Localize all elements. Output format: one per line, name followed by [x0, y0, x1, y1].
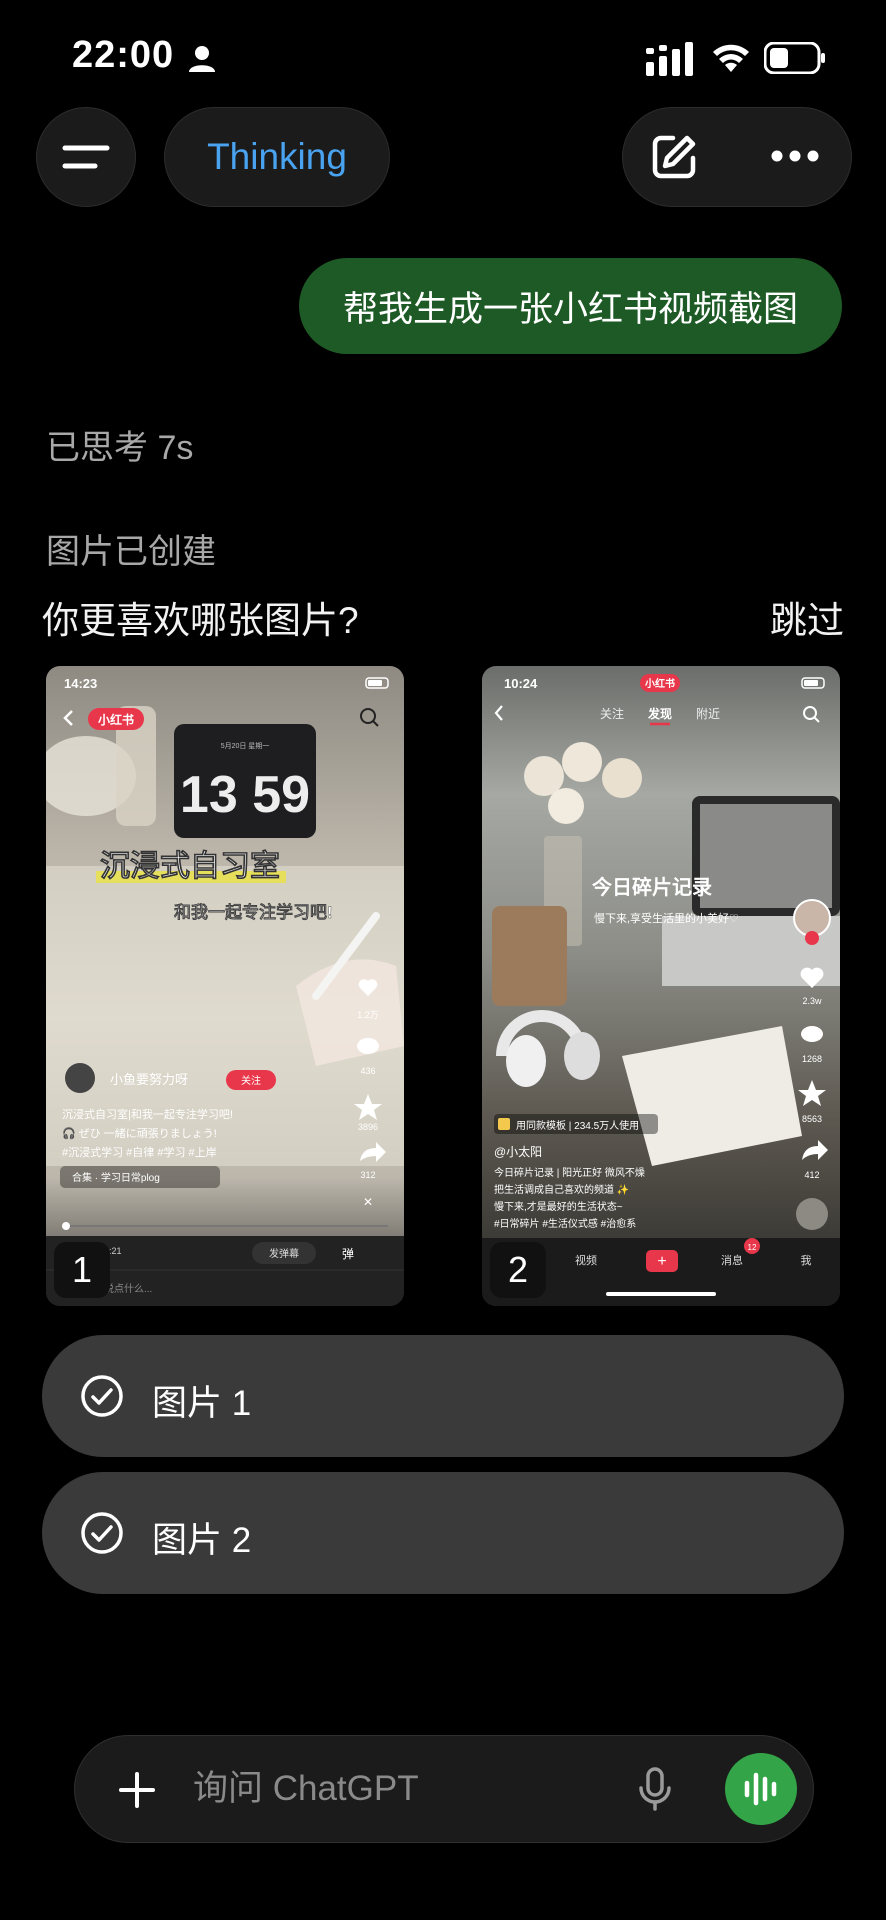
svg-text:关注: 关注	[241, 1074, 261, 1087]
img2-tab-2: 附近	[696, 707, 720, 721]
img2-tab-0: 关注	[600, 706, 624, 721]
user-message-bubble: 帮我生成一张小红书视频截图	[298, 258, 842, 354]
img1-back-icon	[63, 710, 73, 726]
option-1-label: 图片 1	[152, 1384, 252, 1423]
person-icon	[189, 46, 215, 72]
img2-template-tag: 用同款模板 | 234.5万人使用	[516, 1119, 639, 1132]
img2-back-icon	[494, 705, 503, 721]
image-created-label: 图片已创建	[46, 533, 216, 571]
svg-text:312: 312	[360, 1170, 375, 1180]
img2-overlay-sub: 慢下来,享受生活里的小美好♡	[594, 911, 739, 925]
sidebar-menu-button[interactable]	[36, 107, 136, 207]
img2-tab-1: 发现	[647, 706, 672, 721]
svg-text:说点什么...: 说点什么...	[104, 1282, 152, 1295]
img1-headline: 沉浸式自习室	[100, 849, 280, 883]
img1-caption-2: 🎧 ぜひ 一緒に頑張りましょう!	[62, 1126, 217, 1140]
battery-icon	[764, 42, 825, 74]
svg-text:412: 412	[804, 1170, 819, 1180]
new-chat-edit-icon[interactable]	[649, 132, 699, 182]
image-option-1[interactable]: 14:23 小红书 5月20日 星期一 13 59 沉浸式自习室 和我一起专注学…	[46, 666, 404, 1306]
preference-question: 你更喜欢哪张图片?	[42, 600, 359, 641]
option-2-label: 图片 2	[152, 1521, 252, 1560]
svg-text:1268: 1268	[802, 1054, 822, 1064]
img2-brand: 小红书	[644, 677, 675, 690]
plus-icon[interactable]	[117, 1770, 157, 1810]
image-1-screenshot: 14:23 小红书 5月20日 星期一 13 59 沉浸式自习室 和我一起专注学…	[46, 676, 404, 1306]
status-time: 22:00	[72, 34, 175, 76]
choose-image-2-button[interactable]: 图片 2	[42, 1472, 844, 1594]
img1-brand: 小红书	[98, 712, 134, 727]
img1-clock: 13 59	[180, 766, 310, 824]
cellular-signal-icon	[646, 42, 693, 76]
check-circle-icon	[81, 1375, 123, 1417]
model-selector-button[interactable]: Thinking	[164, 107, 390, 207]
img2-caption-1: 今日碎片记录 | 阳光正好 微风不燥	[494, 1166, 645, 1179]
svg-text:✕: ✕	[363, 1195, 373, 1209]
check-circle-icon	[81, 1512, 123, 1554]
img1-caption-3: #沉浸式学习 #自律 #学习 #上岸	[62, 1145, 217, 1159]
voice-mode-button[interactable]	[725, 1753, 797, 1825]
img1-status-time: 14:23	[64, 676, 97, 691]
img2-status-time: 10:24	[504, 676, 538, 691]
thought-time-toggle[interactable]: 已思考 7s	[46, 420, 193, 469]
img2-share-icon	[802, 1140, 828, 1160]
img2-hashtags: #日常碎片 #生活仪式感 #治愈系	[494, 1217, 636, 1230]
img1-comment-icon	[357, 1038, 379, 1054]
top-actions-group	[622, 107, 852, 207]
skip-button[interactable]: 跳过	[770, 590, 844, 644]
menu-icon	[62, 145, 110, 169]
svg-text:发弹幕: 发弹幕	[269, 1247, 299, 1260]
waveform-icon	[744, 1772, 777, 1806]
img1-author: 小鱼要努力呀	[110, 1072, 188, 1087]
model-label: Thinking	[207, 136, 347, 177]
image-1-number-badge: 1	[54, 1242, 110, 1298]
img1-clock-date: 5月20日 星期一	[221, 742, 270, 750]
img2-overlay-title: 今日碎片记录	[592, 875, 712, 899]
img2-nav-1: 消息	[721, 1253, 743, 1267]
wifi-icon	[713, 44, 749, 72]
microphone-icon[interactable]	[637, 1766, 673, 1812]
choose-image-1-button[interactable]: 图片 1	[42, 1335, 844, 1457]
img2-author: @小太阳	[494, 1144, 542, 1159]
svg-text:1.2万: 1.2万	[357, 1010, 379, 1020]
composer-bar	[74, 1735, 814, 1843]
img1-subheadline: 和我一起专注学习吧!	[174, 902, 333, 922]
image-2-screenshot: 10:24 小红书 关注 发现 附近 今日碎片记录 慢下来,享受生活里的小美好♡…	[482, 674, 840, 1306]
svg-text:2.3w: 2.3w	[802, 996, 822, 1006]
svg-text:3896: 3896	[358, 1122, 378, 1132]
more-options-icon[interactable]	[769, 148, 821, 164]
img2-comment-icon	[801, 1026, 823, 1042]
user-message-text: 帮我生成一张小红书视频截图	[342, 289, 798, 329]
img2-nav-0: 视频	[575, 1253, 597, 1267]
img2-nav-2: 我	[801, 1254, 812, 1267]
svg-text:8563: 8563	[802, 1114, 822, 1124]
svg-text:12: 12	[748, 1243, 757, 1252]
img2-caption-2: 把生活调成自己喜欢的频道 ✨	[494, 1183, 629, 1196]
img1-caption-1: 沉浸式自习室|和我一起专注学习吧!	[62, 1107, 233, 1121]
img1-search-icon	[360, 708, 376, 724]
image-2-number-badge: 2	[490, 1242, 546, 1298]
img2-caption-3: 慢下来,才是最好的生活状态~	[494, 1200, 623, 1213]
svg-text:436: 436	[360, 1066, 375, 1076]
img2-star-icon	[798, 1080, 826, 1106]
svg-text:+: +	[657, 1253, 666, 1270]
svg-text:弹: 弹	[342, 1247, 354, 1261]
message-input[interactable]	[191, 1760, 555, 1818]
img1-collection: 合集 · 学习日常plog	[72, 1171, 160, 1184]
image-option-2[interactable]: 10:24 小红书 关注 发现 附近 今日碎片记录 慢下来,享受生活里的小美好♡…	[482, 666, 840, 1306]
